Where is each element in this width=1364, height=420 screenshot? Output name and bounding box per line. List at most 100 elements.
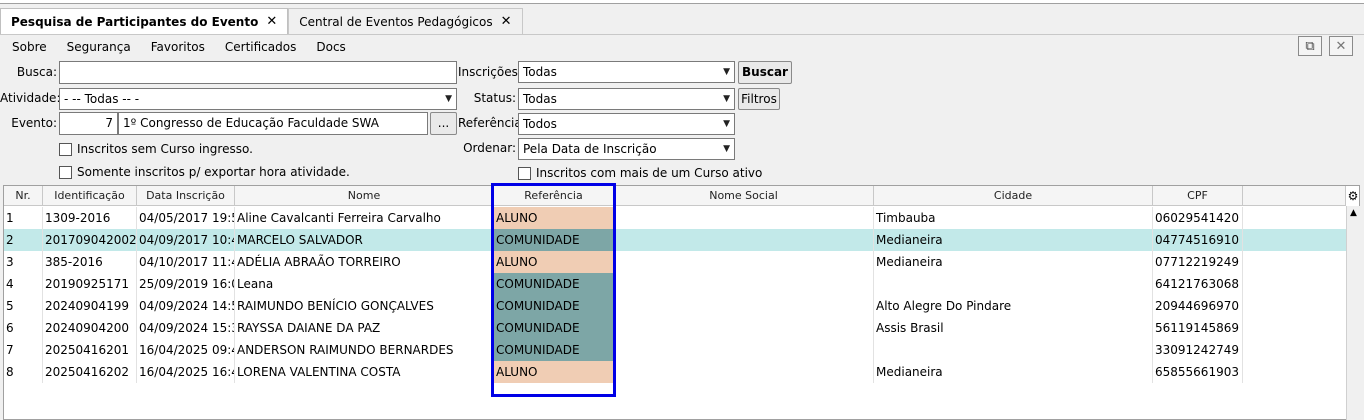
cell-cpf: 06029541420	[1153, 207, 1243, 229]
cell-nome-social	[614, 295, 874, 317]
cell-nome-social	[614, 361, 874, 383]
col-header-cidade[interactable]: Cidade	[874, 186, 1153, 206]
cell-identificacao: 2017090420021...	[43, 229, 137, 251]
table-row[interactable]: 3385-201604/10/2017 11:44ADÉLIA ABRAÃO T…	[4, 251, 1346, 273]
referencia-column-highlight	[491, 183, 616, 397]
busca-input[interactable]	[59, 61, 457, 84]
cell-cidade	[874, 273, 1153, 295]
cell-cpf: 07712219249	[1153, 251, 1243, 273]
referencia-select[interactable]: Todos ▼	[518, 113, 735, 135]
popout-icon[interactable]: ⧉	[1298, 36, 1322, 56]
col-header-extra	[1243, 186, 1346, 206]
cell-nome-social	[614, 273, 874, 295]
chk-exportar-hora[interactable]: Somente inscritos p/ exportar hora ativi…	[59, 163, 350, 181]
evento-label: Evento:	[11, 116, 57, 130]
checkbox-icon[interactable]	[518, 166, 531, 180]
chk-sem-curso[interactable]: Inscritos sem Curso ingresso.	[59, 140, 253, 158]
cell-cidade: Medianeira	[874, 229, 1153, 251]
col-header-nome[interactable]: Nome	[235, 186, 494, 206]
cell-cidade: Timbauba	[874, 207, 1153, 229]
status-value: Todas	[523, 92, 557, 106]
table-row[interactable]: 22017090420021...04/09/2017 10:42MARCELO…	[4, 229, 1346, 251]
filtros-button[interactable]: Filtros	[738, 88, 780, 110]
cell-data-inscricao: 16/04/2025 09:48	[137, 339, 235, 361]
cell-cidade: Medianeira	[874, 361, 1153, 383]
cell-data-inscricao: 04/10/2017 11:44	[137, 251, 235, 273]
cell-identificacao: 385-2016	[43, 251, 137, 273]
cell-cidade: Alto Alegre Do Pindare	[874, 295, 1153, 317]
close-icon[interactable]: ✕	[266, 14, 277, 29]
status-select[interactable]: Todas ▼	[518, 88, 735, 110]
tab-central-eventos[interactable]: Central de Eventos Pedagógicos ✕	[288, 8, 523, 34]
inscricoes-label: Inscrições:	[458, 65, 522, 79]
ordenar-label: Ordenar:	[463, 141, 516, 155]
table-row[interactable]: 82025041620216/04/2025 16:43LORENA VALEN…	[4, 361, 1346, 383]
cell-cpf: 56119145869	[1153, 317, 1243, 339]
cell-data-inscricao: 04/09/2024 15:39	[137, 317, 235, 339]
chk-mais-curso[interactable]: Inscritos com mais de um Curso ativo	[518, 164, 762, 182]
chevron-down-icon: ▼	[723, 67, 730, 77]
table-row[interactable]: 52024090419904/09/2024 14:53RAIMUNDO BEN…	[4, 295, 1346, 317]
cell-nome-social	[614, 339, 874, 361]
cell-cpf: 64121763068	[1153, 273, 1243, 295]
table-row[interactable]: 72025041620116/04/2025 09:48ANDERSON RAI…	[4, 339, 1346, 361]
cell-nome: RAIMUNDO BENÍCIO GONÇALVES	[235, 295, 494, 317]
ordenar-value: Pela Data de Inscrição	[523, 142, 657, 156]
col-header-cpf[interactable]: CPF	[1153, 186, 1243, 206]
col-header-nome-social[interactable]: Nome Social	[614, 186, 874, 206]
table-row[interactable]: 62024090420004/09/2024 15:39RAYSSA DAIAN…	[4, 317, 1346, 339]
cell-identificacao: 20250416202	[43, 361, 137, 383]
cell-cidade: Assis Brasil	[874, 317, 1153, 339]
table-row[interactable]: 42019092517125/09/2019 16:02LeanaCOMUNID…	[4, 273, 1346, 295]
menu-seguranca[interactable]: Segurança	[55, 38, 139, 56]
checkbox-icon[interactable]	[59, 142, 72, 156]
menu-sobre[interactable]: Sobre	[0, 38, 55, 56]
gear-icon[interactable]: ⚙	[1346, 186, 1360, 206]
evento-id-input[interactable]: 7	[59, 112, 118, 135]
window-top-edge	[0, 0, 1364, 4]
tab-divider	[0, 34, 1364, 35]
atividade-label: Atividade:	[0, 91, 61, 105]
vertical-scrollbar[interactable]: ▲	[1346, 206, 1360, 420]
menu-docs[interactable]: Docs	[304, 38, 353, 56]
col-header-nr[interactable]: Nr.	[4, 186, 43, 206]
results-grid: Nr. Identificação Data Inscrição Nome Re…	[3, 185, 1360, 420]
close-window-icon[interactable]: ✕	[1329, 36, 1353, 56]
cell-nr: 8	[4, 361, 43, 383]
evento-lookup-button[interactable]: ...	[430, 112, 457, 135]
chk-sem-curso-label: Inscritos sem Curso ingresso.	[77, 142, 253, 156]
menu-bar: Sobre Segurança Favoritos Certificados D…	[0, 38, 354, 56]
cell-nr: 6	[4, 317, 43, 339]
scroll-up-icon[interactable]: ▲	[1347, 206, 1360, 220]
ordenar-select[interactable]: Pela Data de Inscrição ▼	[518, 138, 735, 160]
cell-data-inscricao: 04/05/2017 19:53	[137, 207, 235, 229]
cell-nr: 1	[4, 207, 43, 229]
cell-nome: MARCELO SALVADOR	[235, 229, 494, 251]
cell-identificacao: 20240904199	[43, 295, 137, 317]
col-header-identificacao[interactable]: Identificação	[43, 186, 137, 206]
cell-nome: RAYSSA DAIANE DA PAZ	[235, 317, 494, 339]
cell-cpf: 20944696970	[1153, 295, 1243, 317]
menu-certificados[interactable]: Certificados	[213, 38, 304, 56]
cell-nome: ANDERSON RAIMUNDO BERNARDES	[235, 339, 494, 361]
cell-data-inscricao: 16/04/2025 16:43	[137, 361, 235, 383]
cell-nr: 4	[4, 273, 43, 295]
referencia-label: Referência	[458, 116, 522, 130]
cell-nr: 2	[4, 229, 43, 251]
close-icon[interactable]: ✕	[501, 14, 512, 29]
tab-strip: Pesquisa de Participantes do Evento ✕ Ce…	[0, 8, 523, 34]
inscricoes-select[interactable]: Todas ▼	[518, 61, 735, 83]
cell-cpf: 65855661903	[1153, 361, 1243, 383]
buscar-button[interactable]: Buscar	[738, 61, 792, 84]
cell-data-inscricao: 04/09/2017 10:42	[137, 229, 235, 251]
col-header-data-inscricao[interactable]: Data Inscrição	[137, 186, 235, 206]
cell-data-inscricao: 04/09/2024 14:53	[137, 295, 235, 317]
tab-pesquisa-participantes[interactable]: Pesquisa de Participantes do Evento ✕	[0, 8, 289, 34]
checkbox-icon[interactable]	[59, 165, 72, 179]
chk-mais-curso-label: Inscritos com mais de um Curso ativo	[536, 166, 763, 180]
table-row[interactable]: 11309-201604/05/2017 19:53Aline Cavalcan…	[4, 207, 1346, 229]
chevron-down-icon: ▼	[723, 94, 730, 104]
atividade-select[interactable]: - -- Todas -- - ▼	[59, 88, 457, 110]
menu-favoritos[interactable]: Favoritos	[139, 38, 213, 56]
cell-identificacao: 1309-2016	[43, 207, 137, 229]
